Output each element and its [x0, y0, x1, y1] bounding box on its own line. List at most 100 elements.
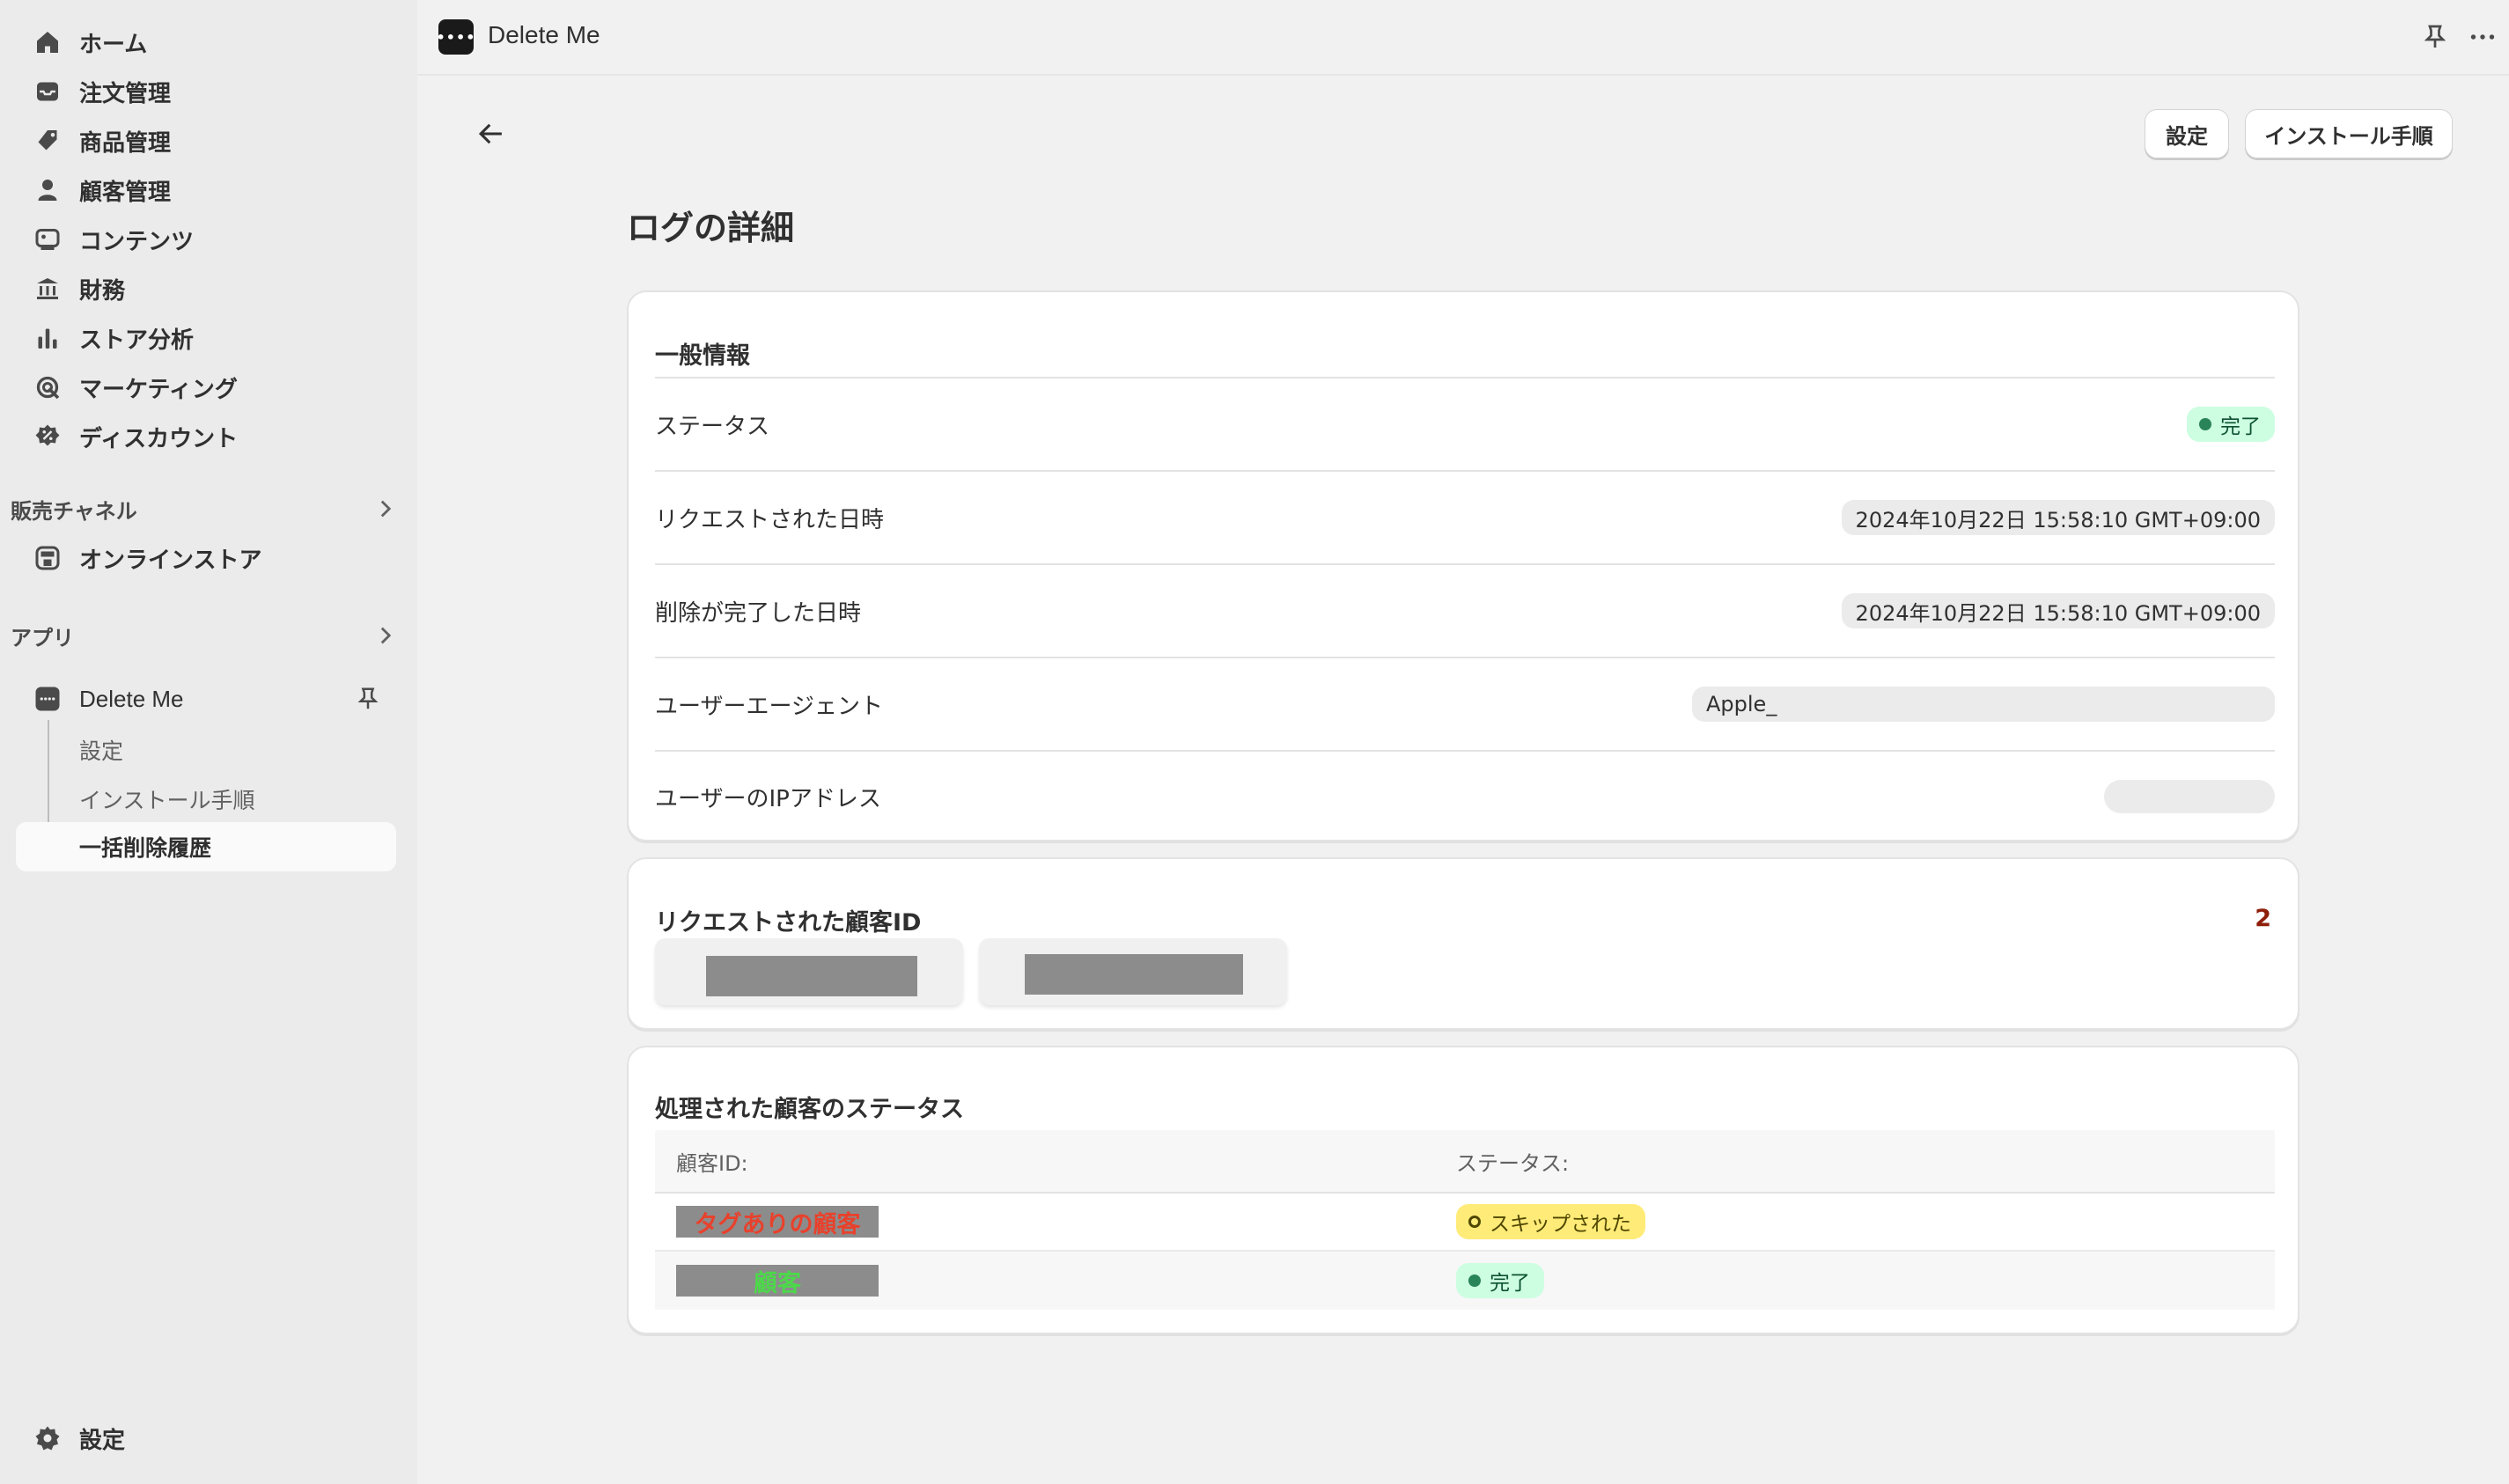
- ip-address-row: ユーザーのIPアドレス: [655, 750, 2275, 841]
- sidebar-item-discounts[interactable]: ディスカウント: [16, 414, 396, 459]
- row-label: リクエストされた日時: [655, 506, 885, 533]
- store-icon: [32, 542, 63, 574]
- sidebar-item-label: ディスカウント: [79, 425, 239, 452]
- settings-button[interactable]: 設定: [2145, 109, 2229, 158]
- app-title: Delete Me: [488, 21, 600, 48]
- chevron-right-icon: [380, 500, 392, 518]
- sidebar-item-label: オンラインストア: [79, 547, 262, 574]
- sidebar-item-label: ストア分析: [79, 327, 195, 354]
- user-agent-text: Apple_: [1706, 692, 1777, 716]
- status-badge: 完了: [2187, 407, 2275, 442]
- sidebar-item-label: 設定: [79, 1427, 126, 1454]
- target-icon: [32, 371, 63, 403]
- sidebar-subitem-bulk-history[interactable]: 一括削除履歴: [16, 822, 396, 871]
- completed-at-value: 2024年10月22日 15:58:10 GMT+09:00: [1841, 593, 2275, 628]
- chevron-right-icon: [380, 627, 392, 644]
- app-icon: [32, 683, 63, 715]
- processed-status-card: 処理された顧客のステータス 顧客ID: ステータス: タグありの顧客 スキップさ…: [627, 1046, 2299, 1334]
- status-dot-icon: [2199, 418, 2211, 430]
- sidebar: ホーム 注文管理 商品管理 顧客管理 コンテンツ 財務 ストア分析 マーケティン…: [0, 0, 417, 1484]
- status-badge: スキップされた: [1456, 1204, 1645, 1239]
- general-info-card: 一般情報 ステータス 完了 リクエストされた日時 2024年10月22日 15:…: [627, 290, 2299, 841]
- install-guide-button[interactable]: インストール手順: [2245, 109, 2453, 158]
- status-cell: スキップされた: [1456, 1204, 2275, 1239]
- row-label: ステータス: [655, 413, 770, 440]
- status-dot-icon: [1468, 1216, 1481, 1228]
- customer-id-cell: 顧客: [655, 1265, 1456, 1297]
- app-logo: ••••: [437, 19, 475, 55]
- customer-id-redacted: 顧客: [676, 1265, 879, 1297]
- sidebar-subitem-settings[interactable]: 設定: [79, 734, 123, 766]
- status-badge-text: 完了: [2220, 415, 2261, 438]
- inbox-icon: [32, 76, 63, 107]
- status-row: ステータス 完了: [655, 377, 2275, 470]
- sidebar-item-marketing[interactable]: マーケティング: [16, 364, 396, 410]
- column-header-status: ステータス:: [1456, 1150, 1570, 1176]
- sidebar-item-label: 商品管理: [79, 129, 172, 157]
- pin-icon[interactable]: [356, 687, 380, 711]
- requested-ids-title: リクエストされた顧客ID: [655, 909, 922, 937]
- processed-status-title: 処理された顧客のステータス: [655, 1096, 964, 1123]
- status-badge: 完了: [1456, 1263, 1544, 1298]
- status-cell: 完了: [1456, 1263, 2275, 1298]
- status-badge-text: スキップされた: [1490, 1213, 1631, 1236]
- sidebar-item-label: Delete Me: [79, 685, 184, 712]
- redacted-bar: [706, 956, 917, 996]
- table-header: 顧客ID: ステータス:: [655, 1130, 2275, 1194]
- sidebar-item-customers[interactable]: 顧客管理: [16, 167, 396, 213]
- customer-id-cell: タグありの顧客: [655, 1206, 1456, 1238]
- user-agent-row: ユーザーエージェント Apple_: [655, 657, 2275, 750]
- sidebar-item-settings[interactable]: 設定: [16, 1415, 396, 1461]
- completed-at-row: 削除が完了した日時 2024年10月22日 15:58:10 GMT+09:00: [655, 563, 2275, 657]
- sidebar-item-label: ホーム: [79, 31, 148, 58]
- customer-id-redacted: タグありの顧客: [676, 1206, 879, 1238]
- requested-count: 2: [2255, 905, 2271, 932]
- more-options-icon[interactable]: [2467, 21, 2498, 53]
- pin-icon[interactable]: [2419, 21, 2451, 53]
- status-dot-icon: [1468, 1275, 1481, 1287]
- sidebar-item-home[interactable]: ホーム: [16, 19, 396, 65]
- apps-heading: アプリ: [11, 625, 74, 650]
- general-info-title: 一般情報: [655, 342, 750, 370]
- row-label: ユーザーエージェント: [655, 693, 883, 720]
- app-topbar: •••• Delete Me: [417, 0, 2509, 74]
- customer-id-chip[interactable]: [979, 938, 1287, 1005]
- back-button[interactable]: [470, 113, 512, 155]
- arrow-left-icon: [478, 123, 502, 144]
- sidebar-item-analytics[interactable]: ストア分析: [16, 315, 396, 361]
- table-row: 顧客 完了: [655, 1252, 2275, 1310]
- sidebar-item-label: 財務: [79, 277, 126, 305]
- status-badge-text: 完了: [1490, 1272, 1530, 1295]
- redacted-bar: [1025, 954, 1243, 995]
- requested-at-value: 2024年10月22日 15:58:10 GMT+09:00: [1841, 500, 2275, 535]
- sidebar-item-label: マーケティング: [79, 376, 238, 403]
- customer-id-chip[interactable]: [655, 938, 963, 1005]
- topbar-divider: [417, 74, 2509, 76]
- home-icon: [32, 26, 63, 58]
- sales-channels-heading: 販売チャネル: [11, 498, 137, 524]
- table-row: タグありの顧客 スキップされた: [655, 1194, 2275, 1252]
- tag-icon: [32, 125, 63, 157]
- sidebar-item-label: 注文管理: [79, 80, 172, 107]
- ip-address-redacted: [2104, 780, 2275, 813]
- gear-icon: [32, 1422, 63, 1454]
- sales-channels-header[interactable]: 販売チャネル: [11, 491, 398, 526]
- row-label: 削除が完了した日時: [655, 599, 862, 627]
- sidebar-item-delete-me[interactable]: Delete Me: [16, 676, 396, 722]
- sidebar-item-orders[interactable]: 注文管理: [16, 69, 396, 114]
- requested-at-row: リクエストされた日時 2024年10月22日 15:58:10 GMT+09:0…: [655, 470, 2275, 563]
- sidebar-item-products[interactable]: 商品管理: [16, 118, 396, 164]
- content-icon: [32, 224, 63, 255]
- sidebar-item-online-store[interactable]: オンラインストア: [16, 535, 396, 581]
- person-icon: [32, 174, 63, 206]
- sidebar-item-label: 顧客管理: [79, 179, 172, 206]
- sidebar-item-label: コンテンツ: [79, 228, 195, 255]
- sidebar-item-finance[interactable]: 財務: [16, 266, 396, 312]
- sidebar-item-content[interactable]: コンテンツ: [16, 217, 396, 262]
- user-agent-value: Apple_: [1692, 687, 2275, 722]
- apps-header[interactable]: アプリ: [11, 618, 398, 653]
- row-label: ユーザーのIPアドレス: [655, 785, 881, 812]
- bank-icon: [32, 273, 63, 305]
- column-header-customer-id: 顧客ID:: [676, 1150, 748, 1176]
- sidebar-subitem-install[interactable]: インストール手順: [79, 783, 255, 815]
